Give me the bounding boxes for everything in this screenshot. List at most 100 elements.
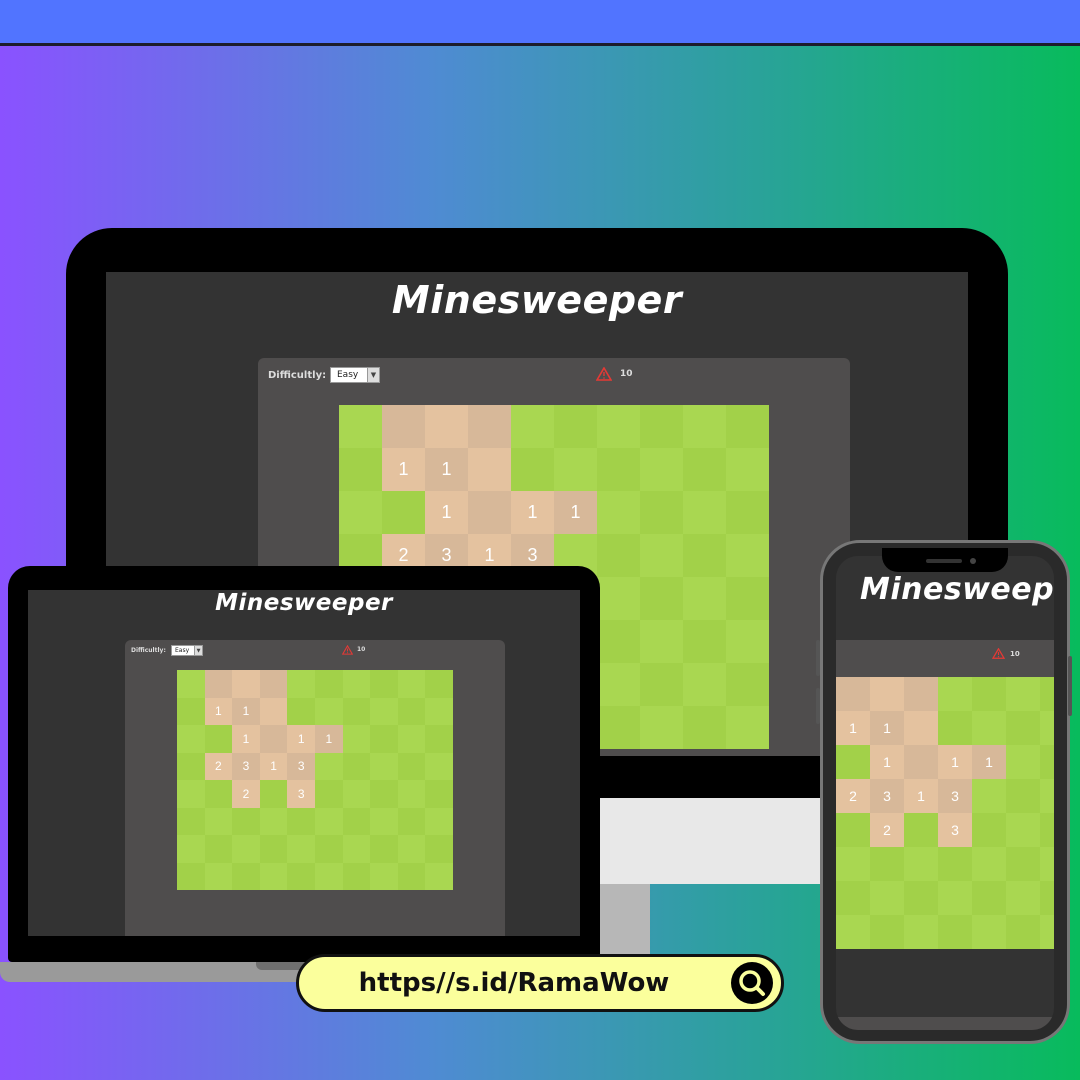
board-cell-hidden[interactable]: [683, 706, 726, 749]
board-cell-hidden[interactable]: [342, 835, 371, 863]
board-cell-hidden[interactable]: [177, 862, 205, 890]
board-cell-hidden[interactable]: [938, 881, 972, 915]
board-cell-hidden[interactable]: [204, 835, 233, 863]
board-cell-hidden[interactable]: [397, 862, 426, 890]
board-cell-hidden[interactable]: [342, 807, 371, 835]
board-cell-revealed[interactable]: [468, 405, 511, 448]
board-cell-revealed[interactable]: 1: [259, 752, 288, 780]
board-cell-hidden[interactable]: [554, 405, 597, 448]
board-cell-hidden[interactable]: [726, 534, 769, 577]
board-cell-hidden[interactable]: [1040, 881, 1054, 915]
board-cell-hidden[interactable]: [683, 491, 726, 534]
board-cell-hidden[interactable]: [683, 534, 726, 577]
board-cell-hidden[interactable]: [259, 862, 288, 890]
board-cell-hidden[interactable]: [836, 847, 870, 881]
board-cell-revealed[interactable]: [259, 725, 288, 753]
search-button[interactable]: [731, 962, 773, 1004]
board-cell-revealed[interactable]: 3: [938, 779, 972, 813]
board-cell-revealed[interactable]: [232, 670, 260, 698]
board-cell-revealed[interactable]: 1: [870, 711, 904, 745]
board-cell-hidden[interactable]: [726, 577, 769, 620]
board-cell-hidden[interactable]: [342, 725, 371, 753]
board-cell-hidden[interactable]: [259, 780, 288, 808]
board-cell-hidden[interactable]: [204, 862, 233, 890]
board-cell-hidden[interactable]: [1040, 779, 1054, 813]
difficulty-select[interactable]: Easy ▼: [171, 645, 203, 656]
board-cell-hidden[interactable]: [370, 670, 398, 698]
board-cell-hidden[interactable]: [640, 491, 683, 534]
board-cell-hidden[interactable]: [938, 915, 972, 949]
board-cell-hidden[interactable]: [425, 780, 453, 808]
board-cell-hidden[interactable]: [370, 807, 398, 835]
board-cell-hidden[interactable]: [972, 915, 1006, 949]
board-cell-hidden[interactable]: [836, 745, 870, 779]
board-cell-hidden[interactable]: [339, 448, 382, 491]
board-cell-hidden[interactable]: [726, 405, 769, 448]
board-cell-hidden[interactable]: [1040, 711, 1054, 745]
board-cell-hidden[interactable]: [315, 670, 343, 698]
board-cell-hidden[interactable]: [342, 670, 371, 698]
board-cell-hidden[interactable]: [315, 862, 343, 890]
board-cell-hidden[interactable]: [315, 752, 343, 780]
board-cell-revealed[interactable]: 1: [425, 448, 468, 491]
board-cell-revealed[interactable]: [204, 670, 233, 698]
board-cell-revealed[interactable]: 1: [315, 725, 343, 753]
board-cell-hidden[interactable]: [640, 534, 683, 577]
board-cell-hidden[interactable]: [425, 835, 453, 863]
board-cell-hidden[interactable]: [177, 807, 205, 835]
board-cell-hidden[interactable]: [870, 915, 904, 949]
board-cell-hidden[interactable]: [425, 725, 453, 753]
board-cell-revealed[interactable]: [382, 405, 425, 448]
board-cell-hidden[interactable]: [640, 620, 683, 663]
board-cell-hidden[interactable]: [972, 779, 1006, 813]
board-cell-hidden[interactable]: [339, 405, 382, 448]
board-cell-revealed[interactable]: [259, 670, 288, 698]
board-cell-revealed[interactable]: 1: [232, 697, 260, 725]
board-cell-hidden[interactable]: [259, 807, 288, 835]
board-cell-hidden[interactable]: [836, 915, 870, 949]
board-cell-revealed[interactable]: [904, 677, 938, 711]
board-cell-revealed[interactable]: 1: [425, 491, 468, 534]
board-cell-hidden[interactable]: [287, 670, 315, 698]
board-cell-hidden[interactable]: [726, 491, 769, 534]
board-cell-hidden[interactable]: [597, 491, 640, 534]
board-cell-revealed[interactable]: [904, 745, 938, 779]
board-cell-hidden[interactable]: [1040, 915, 1054, 949]
board-cell-hidden[interactable]: [177, 670, 205, 698]
board-cell-hidden[interactable]: [1006, 779, 1040, 813]
board-cell-hidden[interactable]: [370, 752, 398, 780]
board-cell-hidden[interactable]: [315, 780, 343, 808]
board-cell-revealed[interactable]: [259, 697, 288, 725]
board-cell-hidden[interactable]: [972, 813, 1006, 847]
board-cell-hidden[interactable]: [397, 725, 426, 753]
board-cell-revealed[interactable]: [904, 711, 938, 745]
board-cell-revealed[interactable]: [468, 491, 511, 534]
board-cell-hidden[interactable]: [397, 697, 426, 725]
board-cell-hidden[interactable]: [972, 677, 1006, 711]
board-cell-hidden[interactable]: [287, 697, 315, 725]
board-cell-revealed[interactable]: 1: [904, 779, 938, 813]
board-cell-hidden[interactable]: [287, 835, 315, 863]
board-cell-hidden[interactable]: [938, 847, 972, 881]
board-cell-revealed[interactable]: 1: [382, 448, 425, 491]
board-cell-hidden[interactable]: [370, 862, 398, 890]
board-cell-hidden[interactable]: [554, 448, 597, 491]
board-cell-revealed[interactable]: 3: [870, 779, 904, 813]
board-cell-hidden[interactable]: [425, 752, 453, 780]
board-cell-hidden[interactable]: [597, 663, 640, 706]
board-cell-hidden[interactable]: [683, 405, 726, 448]
board-cell-hidden[interactable]: [1006, 813, 1040, 847]
board-cell-hidden[interactable]: [1006, 847, 1040, 881]
board-cell-revealed[interactable]: [836, 677, 870, 711]
board-cell-hidden[interactable]: [397, 807, 426, 835]
board-cell-revealed[interactable]: 2: [870, 813, 904, 847]
board-cell-hidden[interactable]: [640, 706, 683, 749]
board-cell-hidden[interactable]: [342, 697, 371, 725]
board-cell-revealed[interactable]: [870, 677, 904, 711]
board-cell-hidden[interactable]: [259, 835, 288, 863]
board-cell-hidden[interactable]: [397, 752, 426, 780]
board-cell-hidden[interactable]: [177, 697, 205, 725]
board-cell-hidden[interactable]: [397, 835, 426, 863]
board-cell-hidden[interactable]: [726, 448, 769, 491]
board-cell-hidden[interactable]: [339, 491, 382, 534]
